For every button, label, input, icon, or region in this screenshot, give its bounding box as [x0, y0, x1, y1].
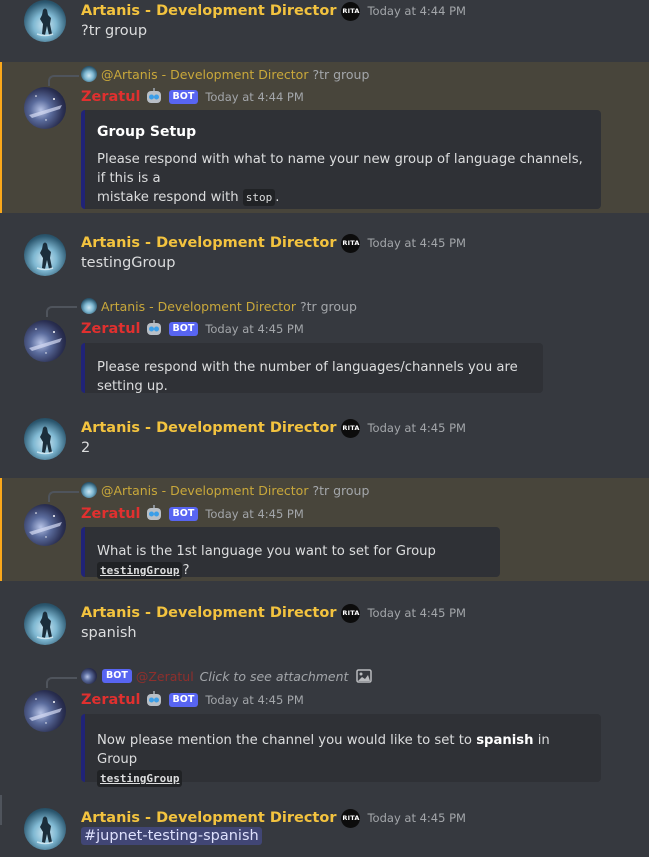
- username-zeratul[interactable]: Zeratul: [81, 506, 141, 522]
- timestamp: Today at 4:45 PM: [205, 507, 304, 521]
- channel-mention[interactable]: #jupnet-testing-spanish: [81, 827, 262, 845]
- username-artanis[interactable]: Artanis - Development Director: [81, 605, 336, 621]
- artanis-avatar[interactable]: [24, 603, 66, 645]
- timestamp: Today at 4:45 PM: [205, 693, 304, 707]
- message-artanis-2: Artanis - Development Director RITA Toda…: [0, 233, 649, 283]
- robot-icon: [146, 691, 161, 706]
- inline-code: testingGroup: [97, 562, 183, 579]
- rita-badge-icon: RITA: [341, 603, 361, 623]
- message-artanis-4: Artanis - Development Director RITA Toda…: [0, 603, 649, 653]
- bot-tag: BOT: [168, 507, 199, 521]
- message-text: spanish: [81, 625, 137, 641]
- image-icon: [356, 669, 373, 683]
- timestamp: Today at 4:45 PM: [367, 236, 466, 250]
- robot-icon: [146, 505, 161, 520]
- reply-avatar: [81, 66, 97, 82]
- timestamp: Today at 4:44 PM: [367, 4, 466, 18]
- message-artanis-3: Artanis - Development Director RITA Toda…: [0, 418, 649, 468]
- reply-username: @Artanis - Development Director: [101, 66, 309, 82]
- embed-description: Please respond with what to name your ne…: [97, 152, 583, 206]
- scroll-indicator: [0, 795, 2, 825]
- message-header: Artanis - Development Director RITA Toda…: [81, 1, 466, 21]
- robot-icon: [146, 88, 161, 103]
- reply-text: ?tr group: [312, 66, 370, 82]
- reply-connector: [48, 491, 79, 502]
- timestamp: Today at 4:45 PM: [367, 811, 466, 825]
- embed-first-language: What is the 1st language you want to set…: [81, 527, 500, 579]
- reply-preview[interactable]: BOT @Zeratul Click to see attachment: [81, 668, 373, 684]
- message-zeratul-4: BOT @Zeratul Click to see attachment Zer…: [0, 667, 649, 787]
- zeratul-avatar[interactable]: [24, 320, 66, 362]
- reply-connector: [46, 306, 77, 317]
- message-text: testingGroup: [81, 255, 176, 271]
- reply-connector: [46, 677, 77, 688]
- timestamp: Today at 4:45 PM: [367, 421, 466, 435]
- username-artanis[interactable]: Artanis - Development Director: [81, 810, 336, 826]
- message-text: #jupnet-testing-spanish: [81, 827, 262, 845]
- reply-avatar: [81, 298, 97, 314]
- reply-text: ?tr group: [299, 298, 357, 314]
- username-artanis[interactable]: Artanis - Development Director: [81, 420, 336, 436]
- inline-code: testingGroup: [97, 770, 183, 787]
- bot-tag: BOT: [168, 90, 199, 104]
- zeratul-avatar[interactable]: [24, 504, 66, 546]
- message-artanis-1: Artanis - Development Director RITA Toda…: [0, 0, 649, 55]
- embed-mention-channel: Now please mention the channel you would…: [81, 714, 601, 787]
- embed-description: What is the 1st language you want to set…: [97, 544, 436, 579]
- timestamp: Today at 4:44 PM: [205, 90, 304, 104]
- artanis-avatar[interactable]: [24, 0, 66, 42]
- username-artanis[interactable]: Artanis - Development Director: [81, 235, 336, 251]
- artanis-avatar[interactable]: [24, 234, 66, 276]
- embed-language-count: Please respond with the number of langua…: [81, 343, 543, 394]
- embed-group-setup: Group Setup Please respond with what to …: [81, 110, 601, 209]
- message-header: Zeratul BOT Today at 4:45 PM: [81, 504, 304, 524]
- zeratul-avatar[interactable]: [24, 87, 66, 129]
- artanis-avatar[interactable]: [24, 808, 66, 850]
- username-zeratul[interactable]: Zeratul: [81, 89, 141, 105]
- message-zeratul-2: Artanis - Development Director ?tr group…: [0, 297, 649, 397]
- timestamp: Today at 4:45 PM: [367, 606, 466, 620]
- artanis-avatar[interactable]: [24, 418, 66, 460]
- zeratul-avatar[interactable]: [24, 690, 66, 732]
- robot-icon: [146, 320, 161, 335]
- embed-description: Please respond with the number of langua…: [97, 360, 518, 394]
- rita-badge-icon: RITA: [341, 418, 361, 438]
- reply-preview[interactable]: Artanis - Development Director ?tr group: [81, 298, 357, 314]
- message-header: Artanis - Development Director RITA Toda…: [81, 233, 466, 253]
- embed-description: Now please mention the channel you would…: [97, 733, 550, 787]
- reply-connector: [48, 75, 79, 86]
- message-header: Artanis - Development Director RITA Toda…: [81, 808, 466, 828]
- reply-preview[interactable]: @Artanis - Development Director ?tr grou…: [81, 482, 369, 498]
- message-header: Artanis - Development Director RITA Toda…: [81, 418, 466, 438]
- message-text: 2: [81, 440, 91, 456]
- reply-text: ?tr group: [312, 482, 370, 498]
- reply-attachment-text: Click to see attachment: [199, 668, 349, 684]
- message-text: ?tr group: [81, 23, 148, 39]
- reply-bot-tag: BOT: [102, 669, 132, 683]
- reply-username: @Zeratul: [135, 668, 194, 684]
- username-zeratul[interactable]: Zeratul: [81, 692, 141, 708]
- rita-badge-icon: RITA: [341, 1, 361, 21]
- message-zeratul-1: @Artanis - Development Director ?tr grou…: [0, 62, 649, 213]
- username-zeratul[interactable]: Zeratul: [81, 321, 141, 337]
- message-header: Zeratul BOT Today at 4:45 PM: [81, 690, 304, 710]
- bot-tag: BOT: [168, 322, 199, 336]
- message-header: Artanis - Development Director RITA Toda…: [81, 603, 466, 623]
- message-header: Zeratul BOT Today at 4:44 PM: [81, 87, 304, 107]
- rita-badge-icon: RITA: [341, 808, 361, 828]
- reply-username: @Artanis - Development Director: [101, 482, 309, 498]
- rita-badge-icon: RITA: [341, 233, 361, 253]
- message-header: Zeratul BOT Today at 4:45 PM: [81, 319, 304, 339]
- message-artanis-5: Artanis - Development Director RITA Toda…: [0, 808, 649, 857]
- bot-tag: BOT: [168, 693, 199, 707]
- username-artanis[interactable]: Artanis - Development Director: [81, 3, 336, 19]
- embed-title: Group Setup: [97, 124, 197, 140]
- message-zeratul-3: @Artanis - Development Director ?tr grou…: [0, 478, 649, 581]
- inline-code: stop: [242, 189, 276, 206]
- reply-avatar: [81, 482, 97, 498]
- timestamp: Today at 4:45 PM: [205, 322, 304, 336]
- reply-preview[interactable]: @Artanis - Development Director ?tr grou…: [81, 66, 369, 82]
- reply-avatar: [81, 668, 97, 684]
- reply-username: Artanis - Development Director: [101, 298, 296, 314]
